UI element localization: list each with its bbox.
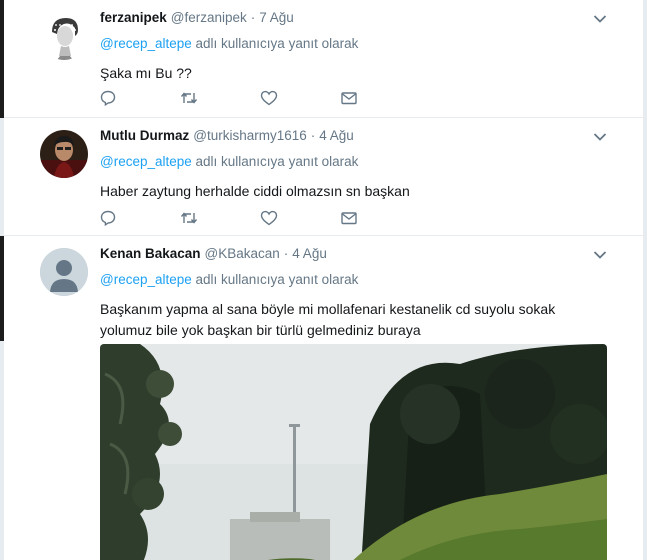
like-button[interactable] [260,208,340,228]
retweet-button[interactable] [180,208,260,228]
tweet-timestamp[interactable]: 4 Ağu [292,246,327,261]
tweet-content: Kenan Bakacan @KBakacan · 4 Ağu @recep_a… [100,246,607,341]
chevron-down-icon[interactable] [593,14,607,24]
tweet-media-photo[interactable] [100,344,607,560]
user-fullname[interactable]: Kenan Bakacan [100,246,201,261]
tweet-timestamp[interactable]: 4 Ağu [319,128,354,143]
tweet-text: Şaka mı Bu ?? [100,65,192,81]
reply-mention-link[interactable]: @recep_altepe [100,154,192,169]
like-button[interactable] [260,88,340,108]
direct-message-icon [341,212,357,225]
tweet-text: Başkanım yapma al sana böyle mi mollafen… [100,301,556,338]
tweet-header: ferzanipek @ferzanipek · 7 Ağu [100,10,607,28]
user-handle[interactable]: @turkisharmy1616 [193,128,307,143]
like-icon [260,210,278,226]
tweet-header: Mutlu Durmaz @turkisharmy1616 · 4 Ağu [100,128,607,146]
user-fullname[interactable]: ferzanipek [100,10,167,25]
avatar[interactable] [40,12,88,60]
separator-dot: · [250,10,256,25]
replies-timeline: ferzanipek @ferzanipek · 7 Ağu @recep_al… [4,0,643,560]
tweet[interactable]: ferzanipek @ferzanipek · 7 Ağu @recep_al… [4,0,643,118]
user-handle[interactable]: @ferzanipek [171,10,247,25]
default-profile-avatar-icon [40,248,88,296]
tweet-content: ferzanipek @ferzanipek · 7 Ağu @recep_al… [100,10,607,84]
reply-context-text: adlı kullanıcıya yanıt olarak [191,154,359,169]
tweet-actions [100,208,420,228]
page-edge-right [643,0,647,560]
direct-message-button[interactable] [340,88,420,108]
reply-context: @recep_altepe adlı kullanıcıya yanıt ola… [100,272,607,287]
reply-icon [100,210,116,226]
retweet-button[interactable] [180,88,260,108]
avatar[interactable] [40,130,88,178]
retweet-icon [180,212,198,224]
chevron-down-icon[interactable] [593,250,607,260]
reply-button[interactable] [100,88,180,108]
direct-message-button[interactable] [340,208,420,228]
person-photo-avatar-icon [40,130,88,178]
tweet[interactable]: Kenan Bakacan @KBakacan · 4 Ağu @recep_a… [4,236,643,560]
statue-bust-avatar-icon [40,12,88,60]
forest-road-photo-icon [100,344,607,560]
separator-dot: · [310,128,316,143]
direct-message-icon [341,92,357,105]
reply-icon [100,90,116,106]
reply-context: @recep_altepe adlı kullanıcıya yanıt ola… [100,36,607,51]
reply-button[interactable] [100,208,180,228]
chevron-down-icon[interactable] [593,132,607,142]
reply-mention-link[interactable]: @recep_altepe [100,272,192,287]
reply-mention-link[interactable]: @recep_altepe [100,36,192,51]
tweet-actions [100,88,420,108]
user-fullname[interactable]: Mutlu Durmaz [100,128,189,143]
reply-context-text: adlı kullanıcıya yanıt olarak [191,272,359,287]
reply-context-text: adlı kullanıcıya yanıt olarak [191,36,359,51]
avatar[interactable] [40,248,88,296]
user-handle[interactable]: @KBakacan [205,246,280,261]
retweet-icon [180,92,198,104]
tweet-timestamp[interactable]: 7 Ağu [259,10,294,25]
tweet-content: Mutlu Durmaz @turkisharmy1616 · 4 Ağu @r… [100,128,607,202]
separator-dot: · [283,246,289,261]
like-icon [260,90,278,106]
tweet-text: Haber zaytung herhalde ciddi olmazsın sn… [100,183,410,199]
reply-context: @recep_altepe adlı kullanıcıya yanıt ola… [100,154,607,169]
tweet[interactable]: Mutlu Durmaz @turkisharmy1616 · 4 Ağu @r… [4,118,643,236]
tweet-header: Kenan Bakacan @KBakacan · 4 Ağu [100,246,607,264]
